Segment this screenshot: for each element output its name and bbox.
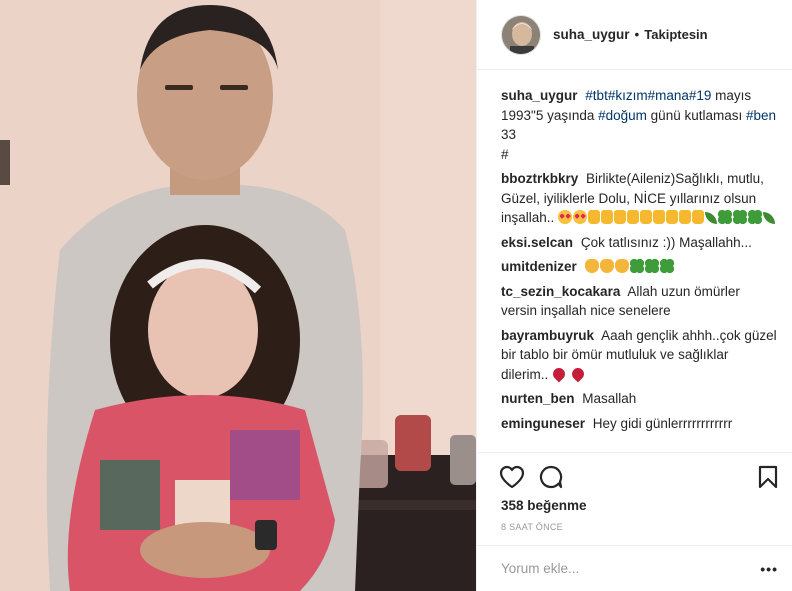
action-bar xyxy=(477,452,792,500)
follow-status[interactable]: Takiptesin xyxy=(644,27,707,42)
hashtag-link[interactable]: #ben xyxy=(746,108,776,123)
post-header: suha_uygur • Takiptesin xyxy=(477,0,792,70)
emoji-group xyxy=(550,365,587,382)
heart-eyes-emoji-icon xyxy=(558,210,573,224)
caption-text: günü kutlaması xyxy=(646,107,746,123)
clover-emoji-icon xyxy=(629,259,644,273)
comment-username[interactable]: eminguneser xyxy=(501,416,585,431)
thumbs-up-emoji-icon xyxy=(601,210,614,224)
instagram-post: suha_uygur • Takiptesin suha_uygur #tbt#… xyxy=(0,0,792,591)
hashtag-link[interactable]: #kızım xyxy=(608,88,648,103)
comment-username[interactable]: eksi.selcan xyxy=(501,235,573,250)
hashtag-link[interactable]: #19 xyxy=(689,88,712,103)
comment-item: bayrambuyruk Aaah gençlik ahhh..çok güze… xyxy=(501,326,778,385)
emoji-group xyxy=(584,259,675,274)
thumbs-up-emoji-icon xyxy=(640,210,653,224)
like-count[interactable]: 358 beğenme xyxy=(501,498,587,513)
thumbs-up-emoji-icon xyxy=(692,210,705,224)
comment-username[interactable]: umitdenizer xyxy=(501,259,577,274)
thumbs-up-emoji-icon xyxy=(588,210,601,224)
thumbs-up-emoji-icon xyxy=(666,210,679,224)
hashtag-link[interactable]: #mana xyxy=(648,88,689,103)
clover-emoji-icon xyxy=(748,210,763,224)
thumbs-up-emoji-icon xyxy=(627,210,640,224)
clover-emoji-icon xyxy=(733,210,748,224)
clap-emoji-icon xyxy=(584,259,599,273)
hashtag-link[interactable]: #doğum xyxy=(598,108,647,123)
vintage-family-photo xyxy=(0,0,476,591)
emoji-group xyxy=(558,210,776,225)
comment-input[interactable] xyxy=(501,561,761,576)
heart-eyes-emoji-icon xyxy=(573,210,588,224)
comment-text: Hey gidi günlerrrrrrrrrrrr xyxy=(592,415,733,431)
comment-text: Masallah xyxy=(582,391,637,406)
heart-outline-icon[interactable] xyxy=(499,465,525,492)
hashtag-link[interactable]: #tbt xyxy=(585,88,608,103)
comment-item: tc_sezin_kocakara Allah uzun ömürler ver… xyxy=(501,282,778,321)
timestamp: 8 SAAT ÖNCE xyxy=(501,522,563,532)
post-photo[interactable] xyxy=(0,0,476,591)
header-username[interactable]: suha_uygur xyxy=(553,27,630,42)
comment-username[interactable]: tc_sezin_kocakara xyxy=(501,284,620,299)
thumbs-up-emoji-icon xyxy=(679,210,692,224)
comment-username[interactable]: bayrambuyruk xyxy=(501,328,594,343)
clap-emoji-icon xyxy=(599,259,614,273)
herb-emoji-icon xyxy=(705,212,718,224)
comment-username[interactable]: nurten_ben xyxy=(501,391,575,406)
caption-text: # xyxy=(501,146,509,162)
comment-item: eminguneser Hey gidi günlerrrrrrrrrrrr xyxy=(501,414,778,434)
thumbs-up-emoji-icon xyxy=(614,210,627,224)
comment-text: Çok tatlısınız :)) Maşallahh... xyxy=(580,234,752,250)
bookmark-icon[interactable] xyxy=(758,465,778,492)
caption: suha_uygur #tbt#kızım#mana#19 mayıs 1993… xyxy=(501,86,778,164)
caption-username[interactable]: suha_uygur xyxy=(501,88,578,103)
clover-emoji-icon xyxy=(659,259,674,273)
comment-username[interactable]: bboztrkbkry xyxy=(501,171,578,186)
comment-bubble-icon[interactable] xyxy=(539,465,563,492)
caption-text: 33 xyxy=(501,127,517,142)
clover-emoji-icon xyxy=(644,259,659,273)
comment-item: umitdenizer xyxy=(501,257,778,277)
post-sidebar: suha_uygur • Takiptesin suha_uygur #tbt#… xyxy=(476,0,792,591)
thumbs-up-emoji-icon xyxy=(653,210,666,224)
comment-list: suha_uygur #tbt#kızım#mana#19 mayıs 1993… xyxy=(501,86,778,438)
clover-emoji-icon xyxy=(718,210,733,224)
comment-item: eksi.selcan Çok tatlısınız :)) Maşallahh… xyxy=(501,233,778,253)
comment-item: bboztrkbkry Birlikte(Aileniz)Sağlıklı, m… xyxy=(501,169,778,228)
avatar-image xyxy=(502,15,540,54)
herb-emoji-icon xyxy=(763,212,776,224)
add-comment-section: ••• xyxy=(477,545,792,591)
clap-emoji-icon xyxy=(614,259,629,273)
avatar[interactable] xyxy=(501,14,541,55)
more-options-icon[interactable]: ••• xyxy=(760,561,778,577)
header-separator: • xyxy=(634,27,640,42)
broken-heart-emoji-icon xyxy=(550,365,568,382)
comment-item: nurten_ben Masallah xyxy=(501,389,778,409)
broken-heart-emoji-icon xyxy=(569,365,587,382)
